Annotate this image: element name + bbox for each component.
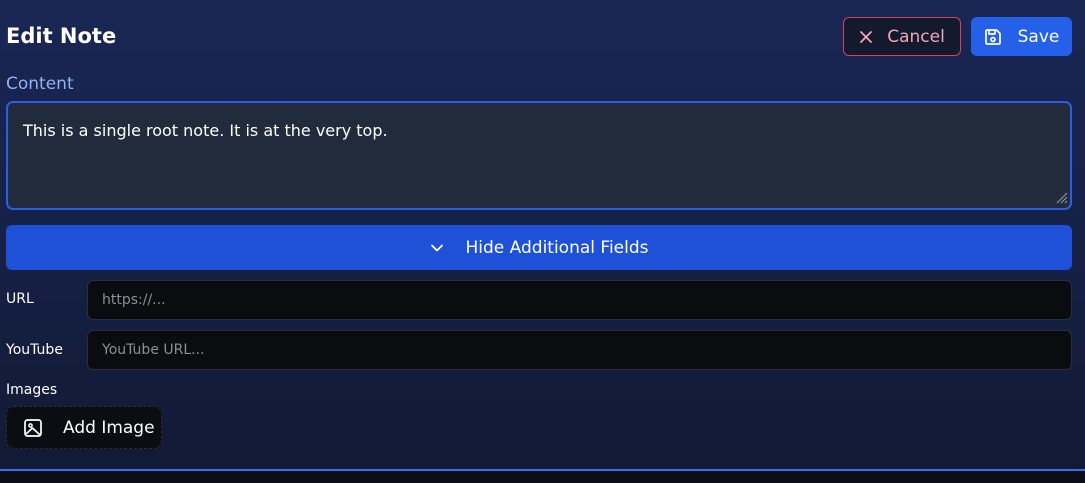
cancel-button[interactable]: Cancel [843, 17, 961, 56]
bottom-bar [0, 471, 1085, 483]
toggle-label: Hide Additional Fields [465, 237, 649, 258]
url-input[interactable] [87, 280, 1072, 320]
add-image-label: Add Image [63, 417, 155, 438]
chevron-down-icon [430, 243, 444, 253]
resize-handle-icon[interactable] [1052, 188, 1068, 204]
save-button[interactable]: Save [971, 17, 1072, 56]
save-label: Save [1017, 26, 1060, 47]
images-label: Images [6, 382, 58, 398]
url-label: URL [6, 291, 34, 307]
content-textarea[interactable]: This is a single root note. It is at the… [6, 101, 1072, 210]
youtube-label: YouTube [6, 342, 63, 358]
close-icon [859, 30, 873, 44]
content-label: Content [6, 74, 74, 94]
page-title: Edit Note [6, 24, 117, 48]
cancel-label: Cancel [887, 26, 945, 47]
header: Edit Note Cancel Save [0, 0, 1085, 72]
add-image-button[interactable]: Add Image [6, 406, 162, 449]
youtube-input[interactable] [87, 330, 1072, 370]
image-icon [23, 418, 43, 438]
save-icon [984, 28, 1002, 46]
toggle-additional-fields-button[interactable]: Hide Additional Fields [6, 225, 1072, 270]
